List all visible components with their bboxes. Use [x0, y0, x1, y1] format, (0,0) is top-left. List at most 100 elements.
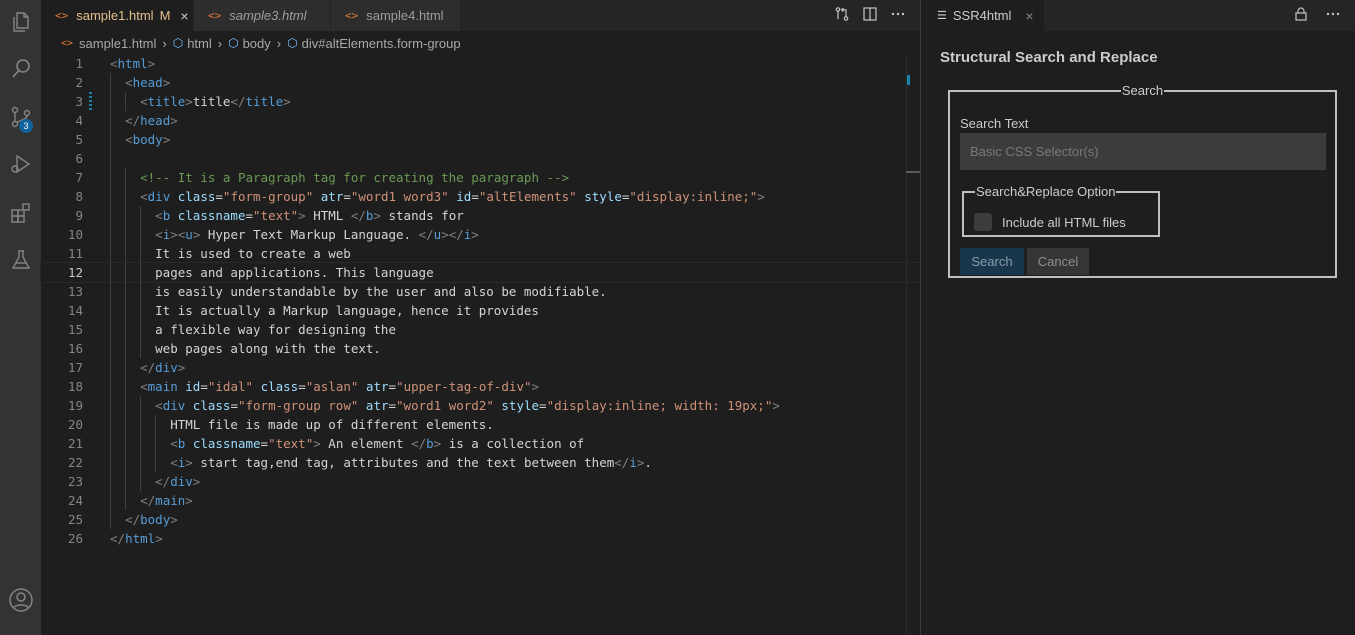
search-input[interactable]	[960, 133, 1326, 170]
code-token: "text"	[253, 208, 299, 223]
code-line[interactable]: 16 web pages along with the text.	[41, 339, 920, 358]
code-text: <!-- It is a Paragraph tag for creating …	[110, 168, 569, 187]
code-token: "display:inline;"	[629, 189, 758, 204]
cancel-button[interactable]: Cancel	[1027, 248, 1089, 275]
code-line[interactable]: 22 < i > start tag,end tag, attributes and…	[41, 453, 920, 472]
code-token: </	[350, 208, 366, 223]
code-token: </	[614, 455, 630, 470]
tab-sample3[interactable]: <> sample3.html	[194, 0, 331, 31]
code-text: </head>	[110, 111, 178, 130]
chevron-right-icon: ›	[217, 35, 223, 51]
code-line[interactable]: 13 is easily understandable by the user …	[41, 282, 920, 301]
code-token: <	[155, 227, 163, 242]
code-line[interactable]: 9 <b classname="text"> HTML </b> stands …	[41, 206, 920, 225]
breadcrumb-item[interactable]: body	[243, 36, 271, 51]
tab-sample1[interactable]: <> sample1.html M ×	[41, 0, 194, 31]
code-editor[interactable]: 1 <html> 2 <head> 3 <title>title</title> 4 <…	[40, 54, 921, 548]
scrollbar-change-marker	[907, 75, 910, 85]
code-line[interactable]: 25 </body>	[41, 510, 920, 529]
editor-group: <> sample1.html M × <> sample3.html <> s…	[40, 0, 921, 635]
breadcrumb-item[interactable]: div#altElements.form-group	[302, 36, 461, 51]
search-legend: Search	[1121, 83, 1164, 98]
code-token: atr	[320, 189, 344, 204]
code-token: html	[125, 531, 156, 546]
code-line[interactable]: 5 <body>	[41, 130, 920, 149]
code-line[interactable]: 26 </html>	[41, 529, 920, 548]
open-changes-icon[interactable]	[834, 6, 850, 26]
code-line[interactable]: 1 <html>	[41, 54, 920, 73]
code-line[interactable]: 14 It is actually a Markup language, hen…	[41, 301, 920, 320]
code-token: html	[117, 56, 148, 71]
code-token: class	[192, 398, 231, 413]
code-line[interactable]: 20 HTML file is made up of different ele…	[41, 415, 920, 434]
tab-ssr4html[interactable]: ☰ SSR4html ×	[921, 0, 1044, 31]
code-line[interactable]: 24 </main>	[41, 491, 920, 510]
code-token: "display:inline; width: 19px;"	[546, 398, 773, 413]
search-icon[interactable]	[0, 49, 41, 89]
panel-tabs: ☰ SSR4html ×	[921, 0, 1355, 31]
search-button[interactable]: Search	[960, 248, 1024, 275]
more-actions-icon[interactable]	[1325, 6, 1341, 26]
code-token: =	[260, 436, 269, 451]
line-number: 5	[75, 132, 83, 147]
code-line[interactable]: 11 It is used to create a web	[41, 244, 920, 263]
code-line[interactable]: 2 <head>	[41, 73, 920, 92]
more-actions-icon[interactable]	[890, 6, 906, 26]
option-legend: Search&Replace Option	[976, 184, 1116, 199]
breadcrumb-item[interactable]: html	[187, 36, 212, 51]
code-line[interactable]: 7 <!-- It is a Paragraph tag for creatin…	[41, 168, 920, 187]
close-icon[interactable]: ×	[180, 8, 188, 24]
line-number: 9	[75, 208, 83, 223]
extensions-icon[interactable]	[0, 193, 41, 233]
include-all-label[interactable]: Include all HTML files	[1002, 215, 1126, 230]
code-line[interactable]: 21 <b classname="text"> An element </b> …	[41, 434, 920, 453]
code-text: a flexible way for designing the	[110, 320, 396, 339]
line-number: 1	[75, 56, 83, 71]
code-line[interactable]: 4 </head>	[41, 111, 920, 130]
code-line[interactable]: 15 a flexible way for designing the	[41, 320, 920, 339]
code-token: >	[185, 94, 193, 109]
account-icon[interactable]	[0, 580, 41, 620]
code-token: head	[132, 75, 163, 90]
code-token: >	[185, 455, 193, 470]
run-debug-icon[interactable]	[0, 144, 41, 184]
close-icon[interactable]: ×	[1025, 8, 1033, 24]
code-token: div	[147, 189, 171, 204]
code-line[interactable]: 18 <main id="idal" class="aslan" atr="up…	[41, 377, 920, 396]
split-editor-icon[interactable]	[862, 6, 878, 26]
testing-icon[interactable]	[0, 240, 41, 280]
code-line[interactable]: 17 </div>	[41, 358, 920, 377]
code-token: stands for	[380, 208, 464, 223]
code-line[interactable]: 10 <i><u> Hyper Text Markup Language. </…	[41, 225, 920, 244]
breadcrumb-item[interactable]: sample1.html	[79, 36, 156, 51]
code-text: pages and applications. This language	[110, 263, 433, 282]
include-all-checkbox[interactable]	[974, 213, 992, 231]
code-line[interactable]: 8 <div class="form-group" atr="word1 wor…	[41, 187, 920, 206]
code-line[interactable]: 12 pages and applications. This language	[40, 262, 921, 283]
code-token: .	[644, 455, 652, 470]
line-number: 6	[75, 151, 83, 166]
code-token: >	[162, 132, 171, 147]
editor-scrollbar[interactable]	[906, 55, 920, 635]
tab-sample4[interactable]: <> sample4.html	[331, 0, 461, 31]
line-number: 12	[67, 265, 83, 280]
code-line[interactable]: 3 <title>title</title>	[41, 92, 920, 111]
code-line[interactable]: 19 <div class="form-group row" atr="word…	[41, 396, 920, 415]
code-line[interactable]: 6	[41, 149, 920, 168]
code-token: <	[140, 379, 148, 394]
code-token: >	[177, 360, 186, 375]
code-token: <	[155, 208, 163, 223]
code-token: title	[147, 94, 186, 109]
code-text: <div class="form-group" atr="word1 word3…	[110, 187, 765, 206]
code-line[interactable]: 23 </div>	[41, 472, 920, 491]
explorer-icon[interactable]	[0, 2, 41, 42]
code-token: It is actually a Markup language, hence …	[110, 303, 539, 318]
line-number: 8	[75, 189, 83, 204]
lock-icon[interactable]	[1293, 6, 1309, 26]
